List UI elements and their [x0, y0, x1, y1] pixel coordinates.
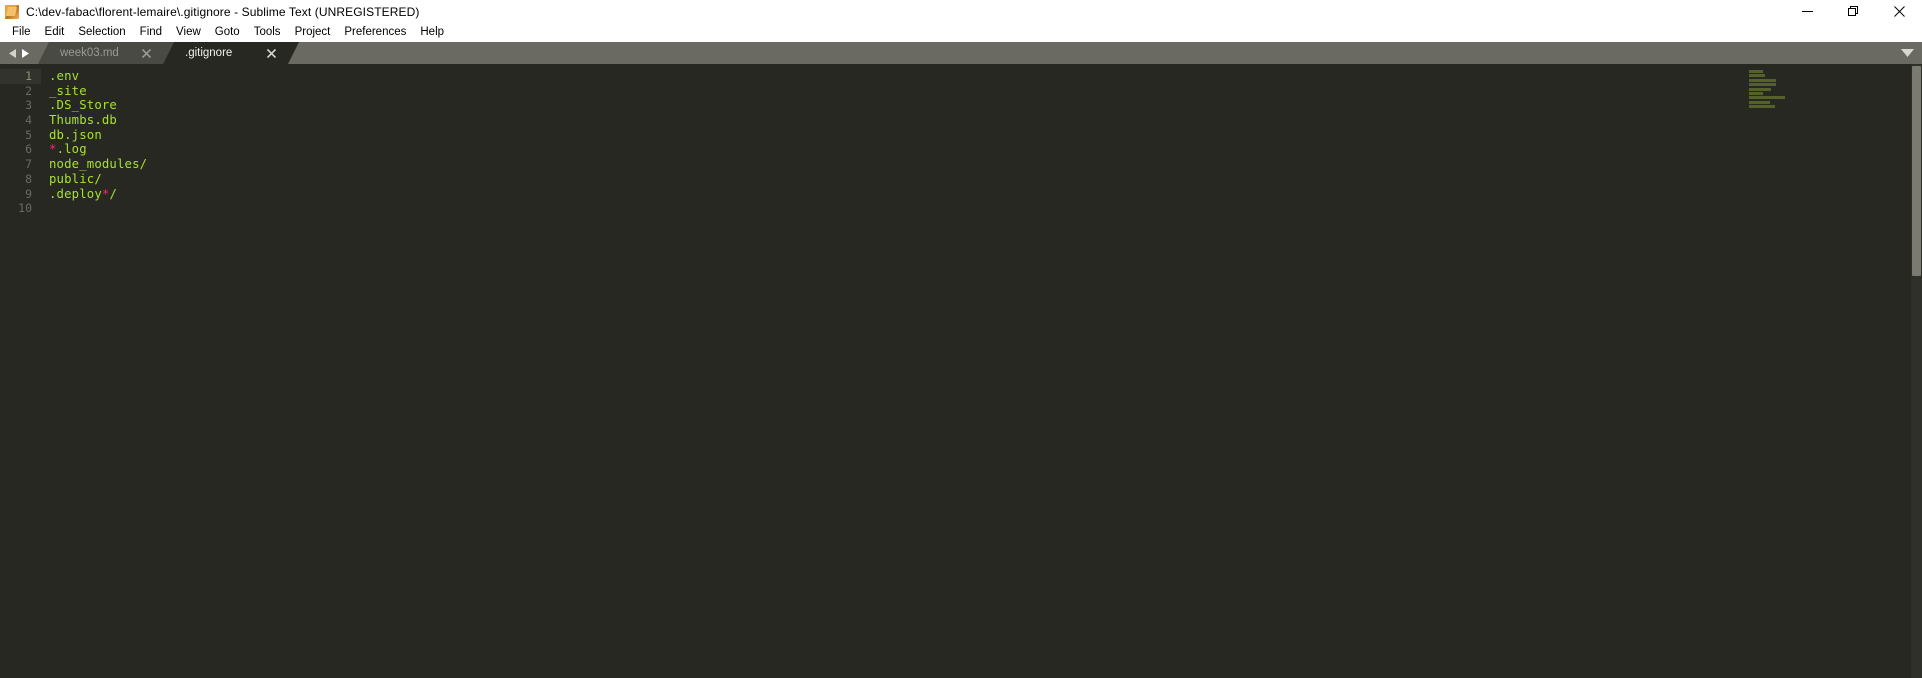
vertical-scrollbar[interactable] — [1911, 64, 1922, 678]
menu-item-help[interactable]: Help — [413, 23, 451, 42]
code-token: .env — [49, 69, 80, 83]
chevron-left-icon[interactable] — [9, 48, 17, 58]
line-number: 2 — [25, 83, 32, 98]
close-button[interactable] — [1876, 0, 1922, 23]
scrollbar-thumb[interactable] — [1912, 66, 1921, 276]
menu-item-project[interactable]: Project — [288, 23, 338, 42]
minimap[interactable] — [1745, 64, 1911, 678]
minimap-line — [1749, 74, 1766, 78]
title-bar: C:\dev-fabac\florent-lemaire\.gitignore … — [0, 0, 1922, 23]
code-token: db.json — [49, 127, 102, 142]
line-number: 9 — [25, 186, 32, 201]
window-controls — [1784, 0, 1922, 23]
tab-label: .gitignore — [185, 47, 233, 59]
code-line: node_modules/ — [49, 157, 1745, 172]
code-token: .log — [56, 142, 87, 157]
minimap-line — [1749, 78, 1777, 82]
code-content[interactable]: .env _site .DS_Store Thumbs.db db.json *.log n… — [41, 64, 1745, 678]
menu-item-view[interactable]: View — [169, 23, 208, 42]
line-number-gutter: 1 2 3 4 5 6 7 8 9 10 — [0, 64, 41, 678]
minimap-line — [1749, 83, 1777, 87]
line-number: 5 — [25, 127, 32, 142]
minimap-line — [1745, 110, 1911, 114]
chevron-right-icon[interactable] — [21, 48, 29, 58]
minimap-line — [1749, 105, 1776, 109]
window-title: C:\dev-fabac\florent-lemaire\.gitignore … — [26, 4, 420, 19]
code-line: *.log — [49, 142, 1745, 157]
minimap-line — [1749, 100, 1771, 104]
menu-item-goto[interactable]: Goto — [208, 23, 247, 42]
tab-navigation — [0, 42, 38, 64]
tabs-area: week03.md .gitignore — [38, 42, 1892, 64]
line-number: 3 — [25, 98, 32, 113]
minimap-line — [1749, 96, 1785, 100]
restore-button[interactable] — [1830, 0, 1876, 23]
code-token: _site — [49, 83, 87, 98]
code-line: Thumbs.db — [49, 113, 1745, 128]
line-number: 4 — [25, 113, 32, 128]
editor-area[interactable]: 1 2 3 4 5 6 7 8 9 10 .env _site .DS_Store T… — [0, 64, 1922, 678]
menu-item-file[interactable]: File — [5, 23, 38, 42]
tab-week03-md[interactable]: week03.md — [38, 42, 174, 64]
tab-label: week03.md — [60, 47, 119, 59]
minimap-line — [1749, 87, 1772, 91]
tab-list-dropdown-button[interactable] — [1892, 42, 1922, 64]
minimap-line — [1749, 91, 1763, 95]
code-token: / — [109, 186, 117, 201]
tab-bar: week03.md .gitignore — [0, 42, 1922, 64]
tab-close-icon[interactable] — [266, 48, 277, 59]
menu-item-selection[interactable]: Selection — [71, 23, 132, 42]
line-number: 7 — [25, 157, 32, 172]
tab-gitignore[interactable]: .gitignore — [163, 42, 299, 64]
chevron-down-icon — [1900, 44, 1914, 62]
minimize-button[interactable] — [1784, 0, 1830, 23]
tab-close-icon[interactable] — [141, 48, 152, 59]
code-token: Thumbs.db — [49, 113, 117, 128]
line-number: 6 — [25, 142, 32, 157]
line-number: 8 — [25, 171, 32, 186]
code-token-wildcard: * — [49, 142, 57, 157]
menu-bar: File Edit Selection Find View Goto Tools… — [0, 23, 1922, 42]
menu-item-preferences[interactable]: Preferences — [337, 23, 413, 42]
code-line: .DS_Store — [49, 98, 1745, 113]
code-token: .deploy — [49, 186, 102, 201]
line-number: 1 — [0, 69, 41, 84]
code-line: .deploy*/ — [49, 187, 1745, 202]
code-line: db.json — [49, 128, 1745, 143]
line-number: 10 — [18, 201, 32, 216]
code-line: _site — [49, 84, 1745, 99]
code-line: .env — [49, 69, 1745, 84]
menu-item-find[interactable]: Find — [133, 23, 169, 42]
menu-item-edit[interactable]: Edit — [38, 23, 72, 42]
code-token: public/ — [49, 171, 102, 186]
code-token: node_modules/ — [49, 157, 148, 172]
minimap-line — [1749, 70, 1763, 73]
sublime-text-icon — [4, 4, 20, 20]
code-token: .DS_Store — [49, 98, 117, 113]
menu-item-tools[interactable]: Tools — [247, 23, 288, 42]
code-line: public/ — [49, 172, 1745, 187]
